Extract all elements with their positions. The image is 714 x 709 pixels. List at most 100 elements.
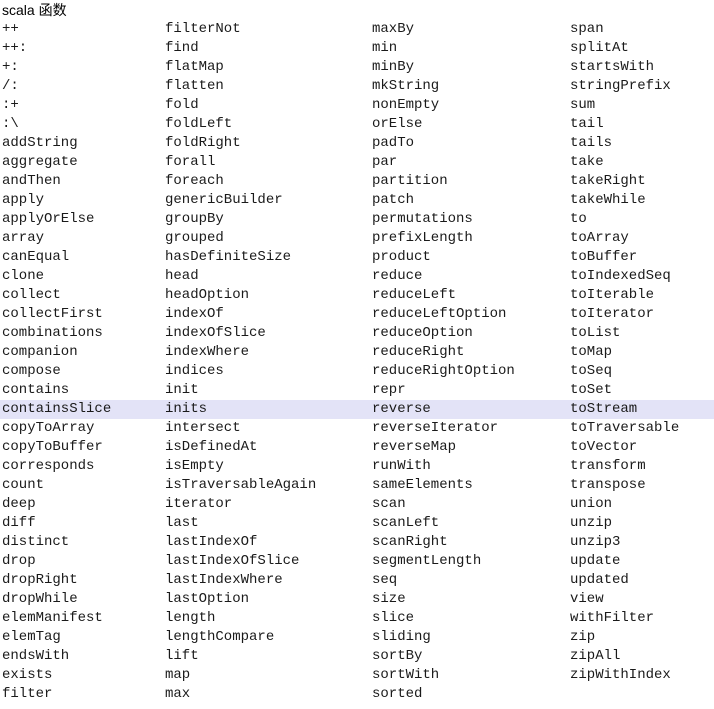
method-name[interactable]: length (163, 609, 370, 628)
method-name[interactable]: collectFirst (0, 305, 163, 324)
method-name[interactable]: scanLeft (370, 514, 568, 533)
method-name[interactable]: lastIndexOfSlice (163, 552, 370, 571)
method-name[interactable]: iterator (163, 495, 370, 514)
method-row[interactable]: distinct lastIndexOf scanRight unzip3 (0, 533, 714, 552)
method-name[interactable]: combinations (0, 324, 163, 343)
method-name[interactable]: tail (568, 115, 714, 134)
method-name[interactable]: exists (0, 666, 163, 685)
method-row-highlighted[interactable]: containsSlice inits reverse toStream (0, 400, 714, 419)
method-name[interactable]: lastIndexOf (163, 533, 370, 552)
method-name[interactable]: addString (0, 134, 163, 153)
method-name[interactable]: reverseMap (370, 438, 568, 457)
method-name[interactable]: corresponds (0, 457, 163, 476)
method-name[interactable]: reduceRightOption (370, 362, 568, 381)
method-name[interactable]: hasDefiniteSize (163, 248, 370, 267)
method-name[interactable]: endsWith (0, 647, 163, 666)
method-name[interactable]: maxBy (370, 20, 568, 39)
method-name[interactable]: map (163, 666, 370, 685)
method-name[interactable]: zipWithIndex (568, 666, 714, 685)
method-name[interactable]: patch (370, 191, 568, 210)
method-name[interactable]: min (370, 39, 568, 58)
method-name[interactable]: sortBy (370, 647, 568, 666)
method-name[interactable]: toIndexedSeq (568, 267, 714, 286)
method-name[interactable]: scan (370, 495, 568, 514)
method-name[interactable]: reduceLeftOption (370, 305, 568, 324)
method-name[interactable]: toVector (568, 438, 714, 457)
method-name[interactable]: flatten (163, 77, 370, 96)
method-name[interactable]: startsWith (568, 58, 714, 77)
method-name[interactable]: prefixLength (370, 229, 568, 248)
method-row[interactable]: ++: find min splitAt (0, 39, 714, 58)
method-name[interactable]: partition (370, 172, 568, 191)
method-name[interactable]: repr (370, 381, 568, 400)
method-row[interactable]: copyToArray intersect reverseIterator toTra… (0, 419, 714, 438)
method-name[interactable]: padTo (370, 134, 568, 153)
method-name[interactable]: sum (568, 96, 714, 115)
method-name[interactable]: deep (0, 495, 163, 514)
method-name[interactable]: sorted (370, 685, 568, 704)
method-name[interactable]: aggregate (0, 153, 163, 172)
method-name[interactable]: reduceRight (370, 343, 568, 362)
method-name[interactable]: collect (0, 286, 163, 305)
method-name[interactable]: lastOption (163, 590, 370, 609)
method-name[interactable]: sameElements (370, 476, 568, 495)
method-row[interactable]: :\ foldLeft orElse tail (0, 115, 714, 134)
method-row[interactable]: corresponds isEmpty runWith transform (0, 457, 714, 476)
method-name[interactable]: intersect (163, 419, 370, 438)
method-name[interactable]: isEmpty (163, 457, 370, 476)
method-name[interactable]: transpose (568, 476, 714, 495)
method-name[interactable]: indexOfSlice (163, 324, 370, 343)
method-name[interactable]: foldRight (163, 134, 370, 153)
method-row[interactable]: exists map sortWith zipWithIndex (0, 666, 714, 685)
method-name[interactable]: seq (370, 571, 568, 590)
method-name[interactable]: :+ (0, 96, 163, 115)
method-name[interactable]: unzip (568, 514, 714, 533)
method-row[interactable]: +: flatMap minBy startsWith (0, 58, 714, 77)
method-name[interactable]: reverse (370, 400, 568, 419)
method-name[interactable]: minBy (370, 58, 568, 77)
method-row[interactable]: array grouped prefixLength toArray (0, 229, 714, 248)
method-name[interactable]: andThen (0, 172, 163, 191)
method-name[interactable]: takeWhile (568, 191, 714, 210)
method-row[interactable]: filter max sorted (0, 685, 714, 704)
method-name[interactable]: indexWhere (163, 343, 370, 362)
method-name[interactable]: reduceLeft (370, 286, 568, 305)
method-name[interactable]: foldLeft (163, 115, 370, 134)
method-name[interactable]: slice (370, 609, 568, 628)
method-name[interactable]: dropRight (0, 571, 163, 590)
method-name[interactable]: drop (0, 552, 163, 571)
method-name[interactable]: reduceOption (370, 324, 568, 343)
method-name[interactable]: toIterator (568, 305, 714, 324)
method-name[interactable]: permutations (370, 210, 568, 229)
method-name[interactable]: to (568, 210, 714, 229)
method-name[interactable]: toList (568, 324, 714, 343)
method-name[interactable]: lift (163, 647, 370, 666)
method-name[interactable]: last (163, 514, 370, 533)
method-name[interactable]: updated (568, 571, 714, 590)
method-name[interactable]: indexOf (163, 305, 370, 324)
method-name[interactable]: toStream (568, 400, 714, 419)
method-name[interactable]: fold (163, 96, 370, 115)
method-row[interactable]: collectFirst indexOf reduceLeftOption toIte… (0, 305, 714, 324)
method-name[interactable]: diff (0, 514, 163, 533)
method-row[interactable]: companion indexWhere reduceRight toMap (0, 343, 714, 362)
method-name[interactable]: headOption (163, 286, 370, 305)
method-name[interactable]: isTraversableAgain (163, 476, 370, 495)
method-name[interactable]: compose (0, 362, 163, 381)
method-name[interactable]: canEqual (0, 248, 163, 267)
method-name[interactable]: toArray (568, 229, 714, 248)
method-name[interactable]: genericBuilder (163, 191, 370, 210)
method-name[interactable]: lastIndexWhere (163, 571, 370, 590)
method-name[interactable]: isDefinedAt (163, 438, 370, 457)
method-name[interactable]: /: (0, 77, 163, 96)
method-name[interactable]: unzip3 (568, 533, 714, 552)
method-name[interactable]: reduce (370, 267, 568, 286)
method-row[interactable]: ++ filterNot maxBy span (0, 20, 714, 39)
method-row[interactable]: endsWith lift sortBy zipAll (0, 647, 714, 666)
method-name[interactable]: ++: (0, 39, 163, 58)
method-name[interactable]: filterNot (163, 20, 370, 39)
method-name[interactable]: zipAll (568, 647, 714, 666)
method-name[interactable]: inits (163, 400, 370, 419)
method-name[interactable]: toMap (568, 343, 714, 362)
method-row[interactable]: canEqual hasDefiniteSize product toBuffer (0, 248, 714, 267)
